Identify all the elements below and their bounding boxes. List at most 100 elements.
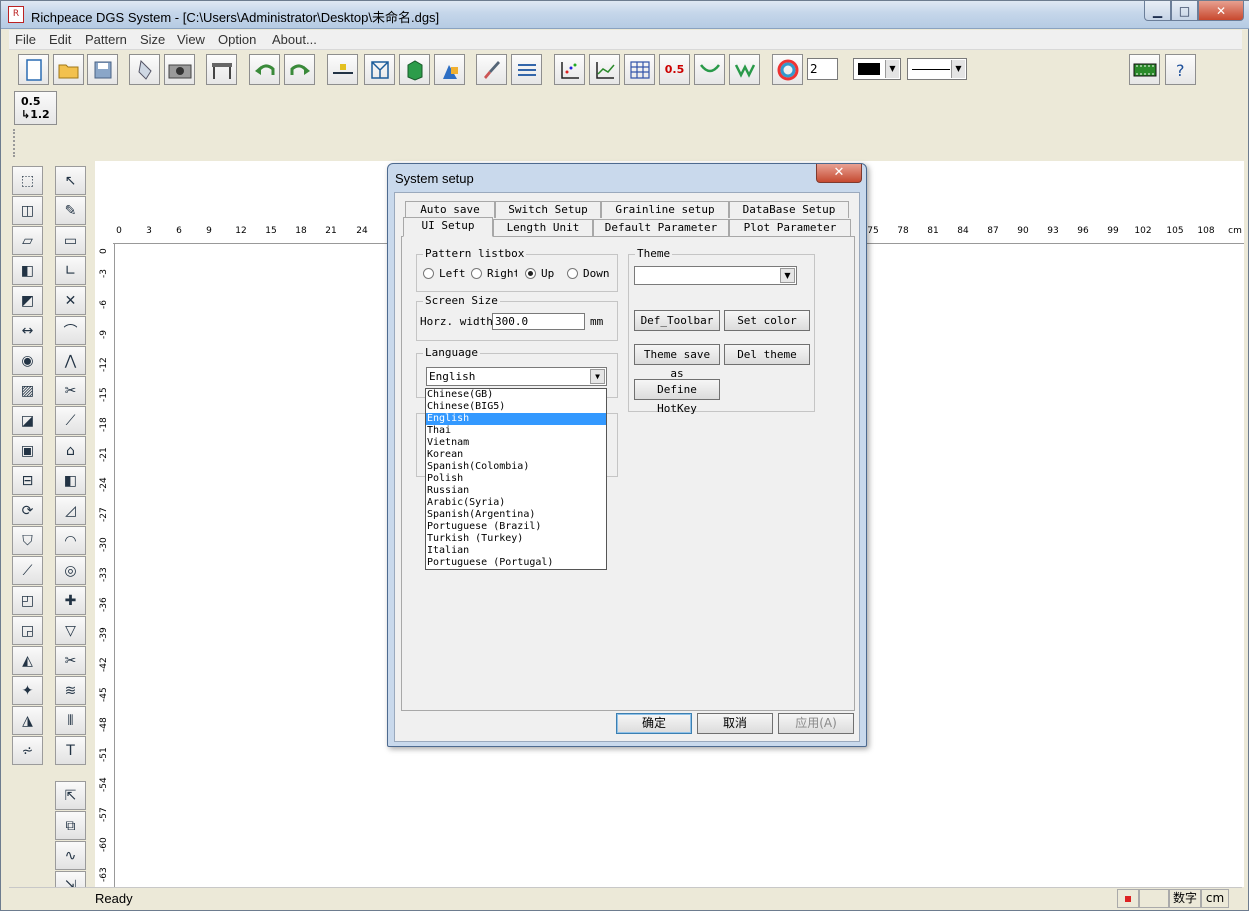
language-option[interactable]: Portuguese (Brazil): [426, 521, 606, 533]
color-select[interactable]: ▼: [853, 58, 901, 80]
button-icon[interactable]: ◉: [12, 346, 43, 375]
pattern-grid-icon[interactable]: [364, 54, 395, 85]
menu-option[interactable]: Option: [218, 32, 256, 47]
slash-spread-icon[interactable]: ⟋: [12, 556, 43, 585]
align-icon[interactable]: [511, 54, 542, 85]
help-icon[interactable]: ?: [1165, 54, 1196, 85]
piece-export-icon[interactable]: ⇱: [55, 781, 86, 810]
save-icon[interactable]: [87, 54, 118, 85]
cancel-button[interactable]: 取消: [697, 713, 773, 734]
tab-ui-setup[interactable]: UI Setup: [403, 217, 493, 237]
menu-edit[interactable]: Edit: [49, 32, 71, 47]
rotate-icon[interactable]: ⟳: [12, 496, 43, 525]
redo-icon[interactable]: [284, 54, 315, 85]
menu-size[interactable]: Size: [140, 32, 165, 47]
language-option[interactable]: Russian: [426, 485, 606, 497]
frame-icon[interactable]: ▣: [12, 436, 43, 465]
pattern-stack-icon[interactable]: [434, 54, 465, 85]
grade-table-icon[interactable]: [624, 54, 655, 85]
language-select[interactable]: English ▼: [426, 367, 607, 386]
wedge-icon[interactable]: ◿: [55, 496, 86, 525]
pointer-icon[interactable]: ↖: [55, 166, 86, 195]
language-option[interactable]: Portuguese (Portugal): [426, 557, 606, 569]
curtain-icon[interactable]: ⩫: [12, 736, 43, 765]
curve-dart-icon[interactable]: [729, 54, 760, 85]
bodice-icon[interactable]: ◧: [12, 256, 43, 285]
cut-icon[interactable]: ✂: [55, 646, 86, 675]
text-icon[interactable]: T: [55, 736, 86, 765]
apply-button[interactable]: 应用(A): [778, 713, 854, 734]
dialog-close-button[interactable]: ✕: [816, 164, 862, 183]
tab-grainline-setup[interactable]: Grainline setup: [601, 201, 729, 218]
arc-icon[interactable]: ⌒: [55, 316, 86, 345]
marker-icon[interactable]: ✚: [55, 586, 86, 615]
tools-icon[interactable]: ✦: [12, 676, 43, 705]
grade-piece-icon[interactable]: ◩: [12, 286, 43, 315]
language-option[interactable]: Chinese(GB): [426, 389, 606, 401]
triangle-icon[interactable]: ▽: [55, 616, 86, 645]
language-option[interactable]: Arabic(Syria): [426, 497, 606, 509]
language-option[interactable]: Vietnam: [426, 437, 606, 449]
theme-save-as-button[interactable]: Theme save as: [634, 344, 720, 380]
scale-button[interactable]: 0.5 ↳1.2: [14, 91, 57, 125]
right-angle-icon[interactable]: ∟: [55, 256, 86, 285]
piece-frame-icon[interactable]: ◰: [12, 586, 43, 615]
radio-up[interactable]: Up: [525, 267, 554, 280]
curve-green-icon[interactable]: [694, 54, 725, 85]
collar-icon[interactable]: ◮: [12, 706, 43, 735]
menu-view[interactable]: View: [177, 32, 205, 47]
menu-about[interactable]: About...: [272, 32, 317, 47]
language-option-selected[interactable]: English: [426, 413, 606, 425]
camera-icon[interactable]: [164, 54, 195, 85]
radio-left[interactable]: Left: [423, 267, 466, 280]
rectangle-icon[interactable]: ▭: [55, 226, 86, 255]
line-style-select[interactable]: ▼: [907, 58, 967, 80]
set-color-button[interactable]: Set color: [724, 310, 810, 331]
sleeve-icon[interactable]: ◭: [12, 646, 43, 675]
flare-icon[interactable]: ◠: [55, 526, 86, 555]
tab-default-parameter[interactable]: Default Parameter: [593, 219, 729, 236]
shirt-icon[interactable]: ⛉: [12, 526, 43, 555]
pocket-icon[interactable]: ◫: [12, 196, 43, 225]
scissors-icon[interactable]: ✂: [55, 376, 86, 405]
color-wheel-icon[interactable]: [772, 54, 803, 85]
hatch-icon[interactable]: ▨: [12, 376, 43, 405]
horz-width-input[interactable]: 300.0: [492, 313, 585, 330]
tab-plot-parameter[interactable]: Plot Parameter: [729, 219, 851, 236]
bag-icon[interactable]: ⌂: [55, 436, 86, 465]
language-option[interactable]: Italian: [426, 545, 606, 557]
curve-edit-icon[interactable]: ∿: [55, 841, 86, 870]
digitizer-icon[interactable]: [129, 54, 160, 85]
tab-switch-setup[interactable]: Switch Setup: [495, 201, 601, 218]
define-hotkey-button[interactable]: Define HotKey: [634, 379, 720, 415]
grade-points-icon[interactable]: [554, 54, 585, 85]
close-button[interactable]: ✕: [1198, 1, 1244, 21]
grade-ruler-icon[interactable]: [327, 54, 358, 85]
ruler-icon[interactable]: ⟋: [55, 406, 86, 435]
radio-down[interactable]: Down: [567, 267, 610, 280]
language-option[interactable]: Turkish (Turkey): [426, 533, 606, 545]
language-option[interactable]: Spanish(Colombia): [426, 461, 606, 473]
ok-button[interactable]: 确定: [616, 713, 692, 734]
spiral-icon[interactable]: ◎: [55, 556, 86, 585]
language-option[interactable]: Polish: [426, 473, 606, 485]
open-folder-icon[interactable]: [53, 54, 84, 85]
plotter-icon[interactable]: [206, 54, 237, 85]
language-option[interactable]: Chinese(BIG5): [426, 401, 606, 413]
piece-outline-icon[interactable]: ▱: [12, 226, 43, 255]
theme-select[interactable]: ▼: [634, 266, 797, 285]
pencil-icon[interactable]: ✎: [55, 196, 86, 225]
menu-pattern[interactable]: Pattern: [85, 32, 127, 47]
language-option[interactable]: Thai: [426, 425, 606, 437]
tab-database-setup[interactable]: DataBase Setup: [729, 201, 849, 218]
intersect-icon[interactable]: ✕: [55, 286, 86, 315]
brush-icon[interactable]: [476, 54, 507, 85]
piece-green-icon[interactable]: ◧: [55, 466, 86, 495]
select-rect-icon[interactable]: ⬚: [12, 166, 43, 195]
measure-icon[interactable]: ↔: [12, 316, 43, 345]
undo-icon[interactable]: [249, 54, 280, 85]
new-file-icon[interactable]: [18, 54, 49, 85]
language-option[interactable]: Spanish(Argentina): [426, 509, 606, 521]
shape-fill-icon[interactable]: [399, 54, 430, 85]
grade-lines-icon[interactable]: [589, 54, 620, 85]
